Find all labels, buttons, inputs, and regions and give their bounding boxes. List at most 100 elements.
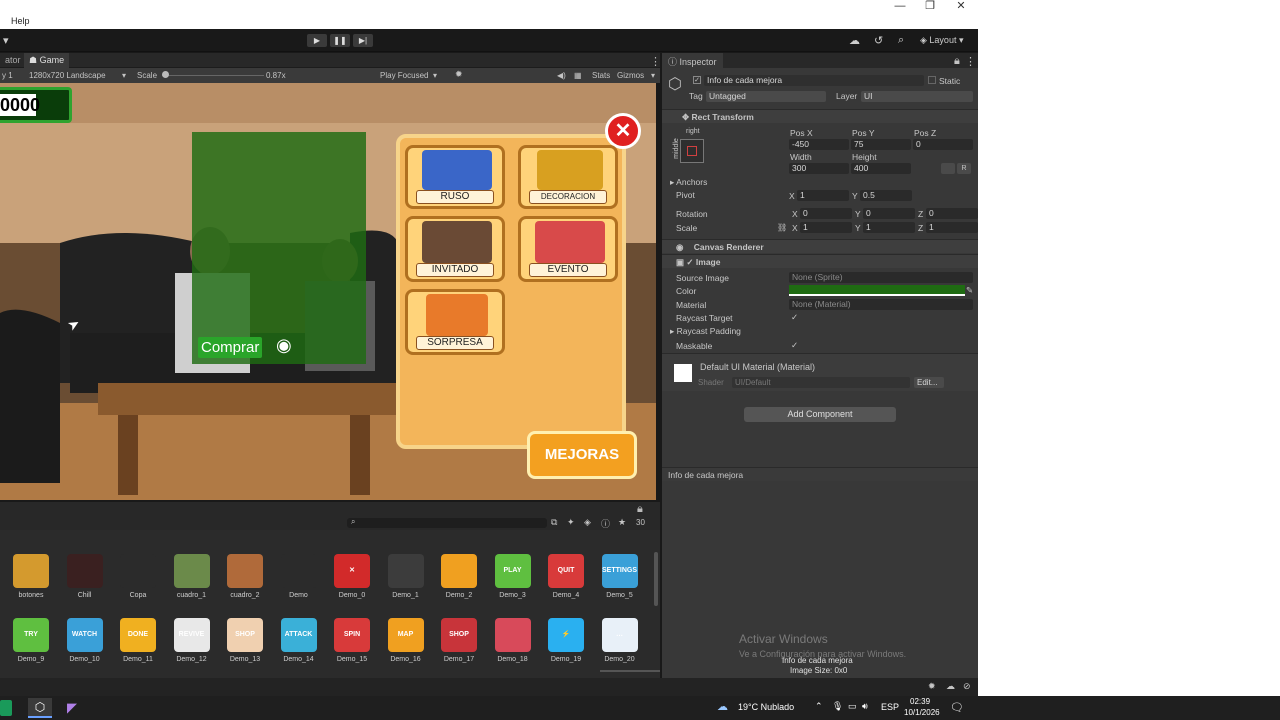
visual-studio-icon[interactable]: ◤ <box>60 698 84 718</box>
menu-help[interactable]: Help <box>11 16 30 26</box>
mic-icon[interactable]: 🎙︎ <box>832 701 843 712</box>
display-dropdown[interactable]: y 1 <box>2 71 13 80</box>
chevron-down-icon[interactable]: ▾ <box>651 71 655 80</box>
weather-text[interactable]: 19°C Nublado <box>738 702 794 712</box>
filter-type-icon[interactable]: ⧉ <box>551 517 557 528</box>
height-field[interactable]: 400 <box>851 163 911 174</box>
search-icon[interactable]: ⌕ <box>898 34 904 47</box>
upgrade-item-ruso[interactable]: RUSO <box>405 145 505 209</box>
image-enabled-checkbox[interactable]: ✓ <box>686 257 693 267</box>
source-image-field[interactable]: None (Sprite) <box>789 272 973 283</box>
asset-item[interactable]: SHOP Demo_17 <box>435 618 483 663</box>
object-name-field[interactable]: Info de cada mejora <box>704 75 924 86</box>
eye-icon[interactable]: ◉ <box>276 335 292 356</box>
volume-icon[interactable]: 🔊︎ <box>862 701 868 712</box>
minimize-button[interactable]: — <box>885 0 915 14</box>
upgrade-item-sorpresa[interactable]: SORPRESA <box>405 289 505 355</box>
stats-button[interactable]: Stats <box>592 71 610 80</box>
info-icon[interactable]: ⓘ <box>601 517 610 530</box>
scale-y-field[interactable]: 1 <box>863 222 915 233</box>
asset-item[interactable]: ⚡ Demo_19 <box>542 618 590 663</box>
rotation-y-field[interactable]: 0 <box>863 208 915 219</box>
step-button[interactable]: ▶| <box>353 34 373 47</box>
bug-icon[interactable]: ✹ <box>928 681 936 692</box>
buy-button[interactable]: Comprar <box>198 337 263 358</box>
more-options-icon[interactable]: ⋮ <box>650 55 661 68</box>
tab-inspector[interactable]: ⓘ Inspector <box>662 53 723 68</box>
cloud-icon[interactable]: ☁ <box>849 34 860 47</box>
pause-button[interactable]: ❚❚ <box>330 34 350 47</box>
gizmos-button[interactable]: Gizmos <box>617 71 644 80</box>
raycast-target-checkbox[interactable]: ✓ <box>791 312 798 323</box>
filter-tag-icon[interactable]: ◈ <box>584 517 591 528</box>
asset-item[interactable]: botones <box>7 554 55 599</box>
rotation-x-field[interactable]: 0 <box>800 208 852 219</box>
pos-x-field[interactable]: -450 <box>789 139 849 150</box>
asset-item[interactable]: Demo_1 <box>382 554 430 599</box>
history-icon[interactable]: ↺ <box>874 34 883 47</box>
blueprint-mode-button[interactable] <box>941 163 955 174</box>
upgrade-item-evento[interactable]: EVENTO <box>518 216 618 282</box>
project-search-input[interactable]: ⌕ <box>347 517 547 528</box>
asset-item[interactable]: Demo_2 <box>435 554 483 599</box>
raycast-padding-foldout[interactable]: ▸ Raycast Padding <box>670 326 741 337</box>
layout-dropdown[interactable]: ◈ Layout ▾ <box>920 35 963 46</box>
maskable-checkbox[interactable]: ✓ <box>791 340 798 351</box>
rect-transform-header[interactable]: ✥ Rect Transform <box>662 109 978 123</box>
color-field[interactable] <box>789 285 965 296</box>
star-icon[interactable]: ★ <box>618 517 626 528</box>
game-view[interactable]: 0000 Comprar ◉ ➤ ✕ RUSO DECORACION INVIT… <box>0 83 656 500</box>
notifications-icon[interactable]: 🗨︎ <box>950 701 964 714</box>
upgrade-item-invitado[interactable]: INVITADO <box>405 216 505 282</box>
app-icon[interactable] <box>0 700 12 716</box>
asset-item[interactable]: cuadro_1 <box>168 554 216 599</box>
pivot-y-field[interactable]: 0.5 <box>860 190 912 201</box>
asset-item[interactable]: cuadro_2 <box>221 554 269 599</box>
tag-dropdown[interactable]: Untagged <box>706 91 826 102</box>
mejoras-button[interactable]: MEJORAS <box>527 431 637 479</box>
link-icon[interactable]: ⛓ <box>777 223 787 232</box>
pos-y-field[interactable]: 75 <box>851 139 911 150</box>
restore-button[interactable]: ❐ <box>915 0 945 14</box>
anchors-foldout[interactable]: ▸ Anchors <box>670 177 707 188</box>
asset-item[interactable]: DONE Demo_11 <box>114 618 162 663</box>
asset-item[interactable]: TRY Demo_9 <box>7 618 55 663</box>
scale-x-field[interactable]: 1 <box>800 222 852 233</box>
asset-item[interactable]: SHOP Demo_13 <box>221 618 269 663</box>
material-field[interactable]: None (Material) <box>789 299 973 310</box>
rotation-z-field[interactable]: 0 <box>926 208 978 219</box>
asset-item[interactable]: SPIN Demo_15 <box>328 618 376 663</box>
mute-audio-icon[interactable]: ◀) <box>557 71 566 80</box>
asset-item[interactable]: Demo <box>275 554 323 599</box>
upgrade-item-decoracion[interactable]: DECORACION <box>518 145 618 209</box>
scale-slider-handle[interactable] <box>162 71 169 78</box>
pos-z-field[interactable]: 0 <box>913 139 973 150</box>
scale-slider[interactable] <box>162 75 264 76</box>
asset-item[interactable]: Demo_18 <box>489 618 537 663</box>
asset-item[interactable]: … Demo_20 <box>596 618 644 663</box>
icon-size-slider[interactable] <box>600 670 660 672</box>
assets-scrollbar[interactable] <box>654 552 658 606</box>
asset-item[interactable]: Chill <box>61 554 109 599</box>
clock-time[interactable]: 02:39 <box>910 697 930 706</box>
active-checkbox[interactable]: ✓ <box>693 76 701 84</box>
bug-icon[interactable]: ✹ <box>455 69 463 80</box>
width-field[interactable]: 300 <box>789 163 849 174</box>
check-icon[interactable]: ⊘ <box>963 681 971 692</box>
image-header[interactable]: ▣ ✓ Image <box>662 254 978 268</box>
grid-icon[interactable]: ▦ <box>574 71 582 80</box>
canvas-renderer-header[interactable]: ◉ Canvas Renderer <box>662 239 978 253</box>
asset-item[interactable]: SETTINGS Demo_5 <box>596 554 644 599</box>
raw-edit-button[interactable]: R <box>957 163 971 174</box>
asset-item[interactable]: Copa <box>114 554 162 599</box>
lock-icon[interactable]: 🔒︎ <box>954 55 960 68</box>
resolution-dropdown[interactable]: 1280x720 Landscape <box>29 71 106 80</box>
language-indicator[interactable]: ESP <box>881 702 899 712</box>
static-checkbox[interactable] <box>928 76 936 84</box>
asset-item[interactable]: ✕ Demo_0 <box>328 554 376 599</box>
edit-shader-button[interactable]: Edit... <box>914 377 944 388</box>
play-mode-dropdown[interactable]: Play Focused <box>380 71 428 80</box>
layer-dropdown[interactable]: UI <box>861 91 973 102</box>
play-button[interactable]: ▶ <box>307 34 327 47</box>
display-icon[interactable]: ▭ <box>848 701 857 712</box>
